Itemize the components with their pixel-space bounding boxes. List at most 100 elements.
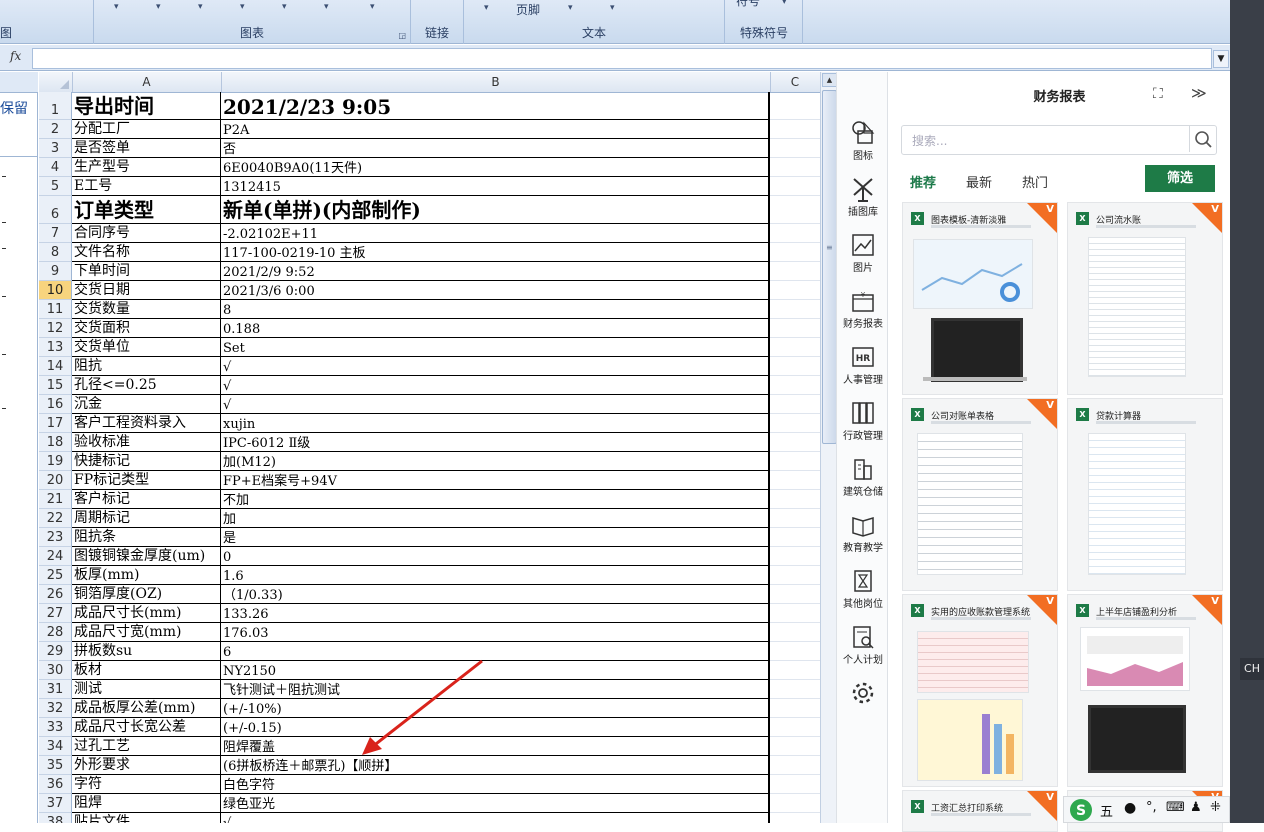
cell-empty[interactable] bbox=[770, 737, 820, 756]
cell-empty[interactable] bbox=[770, 395, 820, 414]
user-icon[interactable]: ♟ bbox=[1190, 800, 1202, 815]
row-number[interactable]: 37 bbox=[39, 794, 72, 813]
cell-field-value[interactable]: 0 bbox=[221, 547, 770, 566]
row-number[interactable]: 28 bbox=[39, 623, 72, 642]
row-number[interactable]: 6 bbox=[39, 196, 72, 224]
tab-latest[interactable]: 最新 bbox=[966, 172, 992, 191]
search-input[interactable]: 搜索... bbox=[912, 132, 947, 149]
cell-empty[interactable] bbox=[770, 642, 820, 661]
cell-empty[interactable] bbox=[770, 196, 820, 224]
row-number[interactable]: 3 bbox=[39, 139, 72, 158]
table-row[interactable]: 14 阻抗 √ bbox=[39, 357, 820, 376]
cell-field-value[interactable]: 不加 bbox=[221, 490, 770, 509]
row-number[interactable]: 25 bbox=[39, 566, 72, 585]
cell-empty[interactable] bbox=[770, 158, 820, 177]
footer-button[interactable]: 页脚 bbox=[516, 1, 540, 18]
template-card[interactable]: X 贷款计算器 bbox=[1067, 398, 1223, 591]
cell-field-name[interactable]: 成品板厚公差(mm) bbox=[72, 699, 221, 718]
table-row[interactable]: 25 板厚(mm) 1.6 bbox=[39, 566, 820, 585]
row-number[interactable]: 22 bbox=[39, 509, 72, 528]
cell-field-value[interactable]: 加 bbox=[221, 509, 770, 528]
cell-field-name[interactable]: 交货日期 bbox=[72, 281, 221, 300]
cell-field-name[interactable]: 客户工程资料录入 bbox=[72, 414, 221, 433]
row-number[interactable]: 16 bbox=[39, 395, 72, 414]
table-row[interactable]: 7 合同序号 -2.02102E+11 bbox=[39, 224, 820, 243]
select-all-corner[interactable] bbox=[39, 72, 73, 92]
symbol-dropdown-arrow[interactable]: ▾ bbox=[782, 0, 802, 7]
cell-field-name[interactable]: 板材 bbox=[72, 661, 221, 680]
sidebar-item-other-jobs[interactable]: 其他岗位 bbox=[837, 568, 889, 624]
cell-field-value[interactable]: 1.6 bbox=[221, 566, 770, 585]
table-row[interactable]: 19 快捷标记 加(M12) bbox=[39, 452, 820, 471]
table-row[interactable]: 9 下单时间 2021/2/9 9:52 bbox=[39, 262, 820, 281]
cell-field-value[interactable]: 加(M12) bbox=[221, 452, 770, 471]
filter-button[interactable]: 筛选 bbox=[1145, 165, 1215, 192]
row-number[interactable]: 33 bbox=[39, 718, 72, 737]
sidebar-item-education[interactable]: 教育教学 bbox=[837, 512, 889, 568]
cell-empty[interactable] bbox=[770, 623, 820, 642]
cell-field-value[interactable]: 阻焊覆盖 bbox=[221, 737, 770, 756]
cell-field-value[interactable]: 绿色亚光 bbox=[221, 794, 770, 813]
cell-field-name[interactable]: 图镀铜镍金厚度(um) bbox=[72, 547, 221, 566]
cell-field-name[interactable]: 合同序号 bbox=[72, 224, 221, 243]
cell-empty[interactable] bbox=[770, 471, 820, 490]
sidebar-item-hr[interactable]: HR 人事管理 bbox=[837, 344, 889, 400]
table-row[interactable]: 2 分配工厂 P2A bbox=[39, 120, 820, 139]
table-row[interactable]: 36 字符 白色字符 bbox=[39, 775, 820, 794]
row-number[interactable]: 7 bbox=[39, 224, 72, 243]
cell-field-value[interactable]: 1312415 bbox=[221, 177, 770, 196]
cell-empty[interactable] bbox=[770, 262, 820, 281]
table-row[interactable]: 26 铜箔厚度(OZ) （1/0.33) bbox=[39, 585, 820, 604]
row-number[interactable]: 31 bbox=[39, 680, 72, 699]
cell-empty[interactable] bbox=[770, 661, 820, 680]
cell-field-name[interactable]: 板厚(mm) bbox=[72, 566, 221, 585]
cell-field-name[interactable]: 分配工厂 bbox=[72, 120, 221, 139]
cell-field-value[interactable]: √ bbox=[221, 395, 770, 414]
cell-empty[interactable] bbox=[770, 139, 820, 158]
scroll-thumb[interactable]: ≡ bbox=[822, 90, 837, 444]
row-number[interactable]: 8 bbox=[39, 243, 72, 262]
cell-field-value[interactable]: 0.188 bbox=[221, 319, 770, 338]
sidebar-item-admin[interactable]: 行政管理 bbox=[837, 400, 889, 456]
table-row[interactable]: 38贴片文件√ bbox=[39, 813, 820, 823]
cell-field-value[interactable]: 176.03 bbox=[221, 623, 770, 642]
text-dropdown-arrow[interactable]: ▾ bbox=[610, 3, 724, 13]
table-row[interactable]: 24 图镀铜镍金厚度(um) 0 bbox=[39, 547, 820, 566]
cell-field-name[interactable]: 文件名称 bbox=[72, 243, 221, 262]
table-row[interactable]: 11 交货数量 8 bbox=[39, 300, 820, 319]
sidebar-item-building[interactable]: 建筑仓储 bbox=[837, 456, 889, 512]
cell-empty[interactable] bbox=[770, 699, 820, 718]
cell-field-value[interactable]: (6拼板桥连＋邮票孔)【顺拼】 bbox=[221, 756, 770, 775]
sidebar-item-finance[interactable]: ¥ 财务报表 bbox=[837, 288, 889, 344]
row-number[interactable]: 15 bbox=[39, 376, 72, 395]
cell-field-value[interactable]: 否 bbox=[221, 139, 770, 158]
cell-empty[interactable] bbox=[770, 680, 820, 699]
cell-field-value[interactable]: 是 bbox=[221, 528, 770, 547]
row-number[interactable]: 1 bbox=[39, 92, 72, 120]
collapse-panel-icon[interactable]: ≫ bbox=[1191, 84, 1207, 102]
row-number[interactable]: 21 bbox=[39, 490, 72, 509]
formula-input[interactable] bbox=[32, 48, 1212, 69]
table-row[interactable]: 6 订单类型 新单(单拼)(内部制作) bbox=[39, 196, 820, 224]
template-card[interactable]: X 公司对账单表格 V bbox=[902, 398, 1058, 591]
keep-label[interactable]: 保留 bbox=[0, 98, 28, 118]
cell-field-value[interactable]: (+/-0.15) bbox=[221, 718, 770, 737]
cell-field-value[interactable]: 2021/2/9 9:52 bbox=[221, 262, 770, 281]
cell-field-name[interactable]: 测试 bbox=[72, 680, 221, 699]
row-number[interactable]: 5 bbox=[39, 177, 72, 196]
row-number[interactable]: 18 bbox=[39, 433, 72, 452]
table-row[interactable]: 13 交货单位 Set bbox=[39, 338, 820, 357]
cell-empty[interactable] bbox=[770, 357, 820, 376]
cell-empty[interactable] bbox=[770, 224, 820, 243]
scroll-up-arrow-icon[interactable]: ▲ bbox=[822, 73, 837, 87]
cell-field-value[interactable]: 飞针测试＋阻抗测试 bbox=[221, 680, 770, 699]
cell-empty[interactable] bbox=[770, 547, 820, 566]
row-number[interactable]: 13 bbox=[39, 338, 72, 357]
cell-empty[interactable] bbox=[770, 528, 820, 547]
cell-field-name[interactable]: 外形要求 bbox=[72, 756, 221, 775]
cell-empty[interactable] bbox=[770, 452, 820, 471]
row-number[interactable]: 10 bbox=[39, 281, 72, 300]
cell-empty[interactable] bbox=[770, 177, 820, 196]
cell-empty[interactable] bbox=[770, 120, 820, 139]
ime-mode-label[interactable]: 五 bbox=[1100, 801, 1113, 820]
